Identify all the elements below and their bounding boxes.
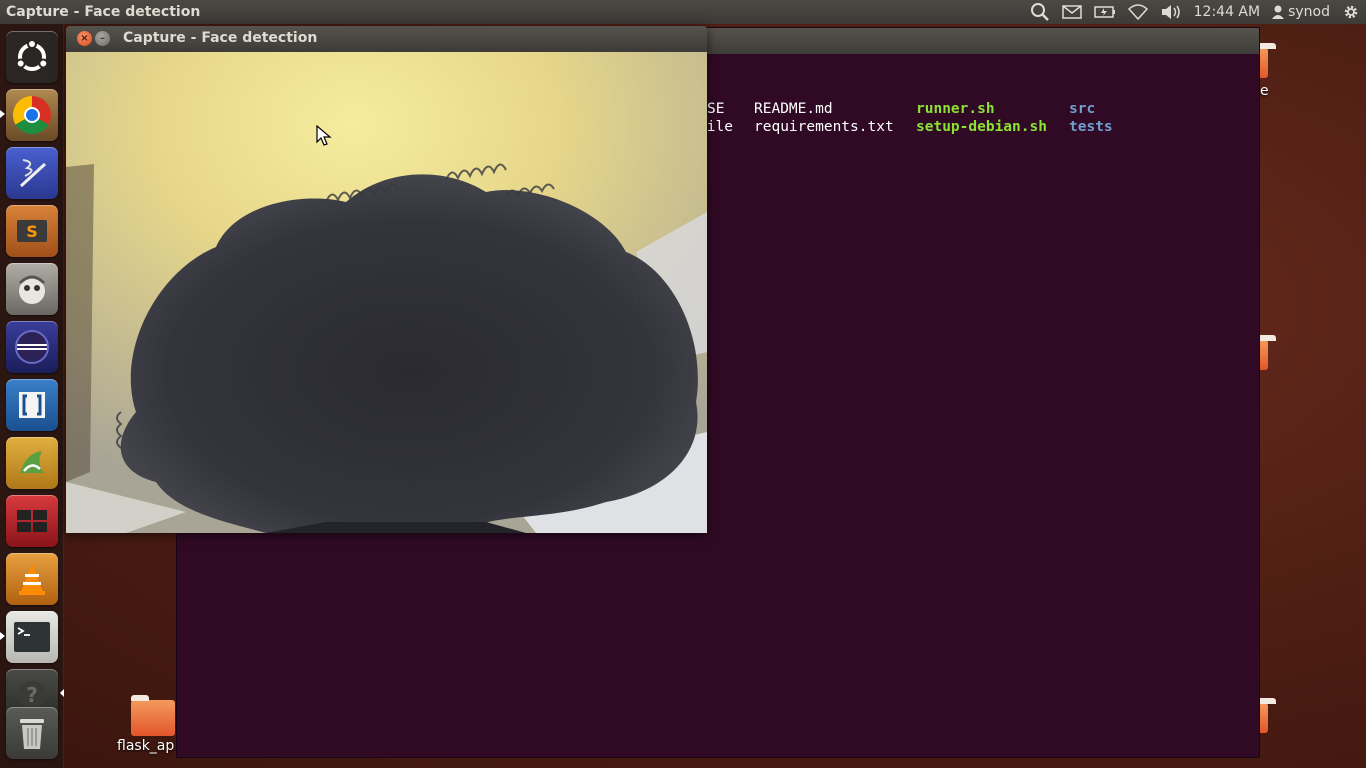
running-indicator <box>0 110 5 118</box>
webcam-frame <box>66 52 707 533</box>
pycharm-icon <box>20 451 44 473</box>
capture-window[interactable]: × – Capture - Face detection <box>66 26 707 533</box>
listing-entry: requirements.txt <box>754 119 894 135</box>
listing-entry-directory: src <box>1069 101 1096 117</box>
launcher-item-vlc[interactable] <box>6 553 58 605</box>
pen-icon <box>19 159 47 188</box>
mail-icon[interactable] <box>1056 0 1088 24</box>
svg-text:S: S <box>26 222 38 241</box>
launcher-item-terminal[interactable] <box>6 611 58 663</box>
svg-text:?: ? <box>26 683 38 707</box>
launcher-item-sublime[interactable]: S <box>6 205 58 257</box>
clock[interactable]: 12:44 AM <box>1188 0 1266 24</box>
running-indicator <box>0 632 5 640</box>
terminal-icon <box>14 622 50 652</box>
wifi-icon[interactable] <box>1122 0 1154 24</box>
launcher-item-brackets[interactable] <box>6 379 58 431</box>
mouse-cursor-icon <box>316 125 332 146</box>
listing-entry-executable: runner.sh <box>916 101 995 117</box>
minimize-icon: – <box>100 32 105 44</box>
ubuntu-logo-icon <box>15 39 49 71</box>
launcher: S ? <box>0 24 64 768</box>
chrome-icon <box>12 95 51 135</box>
listing-entry-directory: tests <box>1069 119 1113 135</box>
trash-icon <box>20 719 44 749</box>
user-menu[interactable]: synod <box>1266 0 1336 24</box>
battery-icon[interactable] <box>1088 0 1122 24</box>
sublime-icon: S <box>17 220 47 242</box>
listing-entry-executable: setup-debian.sh <box>916 119 1047 135</box>
active-window-title: Capture - Face detection <box>6 4 201 20</box>
gimp-icon <box>18 275 46 304</box>
username: synod <box>1288 4 1330 20</box>
user-icon <box>1272 5 1285 19</box>
brackets-icon <box>19 392 45 418</box>
close-button[interactable]: × <box>77 31 92 46</box>
desktop-label-fragment[interactable]: e <box>1260 83 1269 99</box>
launcher-item-workspaces[interactable] <box>6 495 58 547</box>
minimize-button[interactable]: – <box>95 31 110 46</box>
indicator-area: 12:44 AM synod <box>1024 0 1366 24</box>
desktop-folder-icon[interactable] <box>131 695 175 736</box>
gear-icon[interactable] <box>1336 0 1366 24</box>
vlc-cone-icon <box>19 564 45 595</box>
listing-entry: README.md <box>754 101 833 117</box>
launcher-item-trash[interactable] <box>6 707 58 759</box>
launcher-item-dash[interactable] <box>6 31 58 83</box>
listing-entry: SE <box>707 101 725 117</box>
search-icon[interactable] <box>1024 0 1056 24</box>
eclipse-icon <box>15 330 49 364</box>
close-icon: × <box>80 32 89 44</box>
window-title: Capture - Face detection <box>123 30 318 46</box>
volume-icon[interactable] <box>1154 0 1188 24</box>
launcher-item-eclipse[interactable] <box>6 321 58 373</box>
launcher-item-chromium[interactable] <box>6 89 58 141</box>
launcher-item-pycharm[interactable] <box>6 437 58 489</box>
launcher-item-text-editor[interactable] <box>6 147 58 199</box>
top-panel: Capture - Face detection 12:44 AM synod <box>0 0 1366 24</box>
desktop-folder-label[interactable]: flask_ap <box>117 738 174 754</box>
webcam-image <box>66 52 707 533</box>
active-indicator <box>60 689 64 697</box>
workspaces-icon <box>17 510 47 532</box>
capture-titlebar[interactable]: × – Capture - Face detection <box>66 26 707 52</box>
launcher-item-gimp[interactable] <box>6 263 58 315</box>
